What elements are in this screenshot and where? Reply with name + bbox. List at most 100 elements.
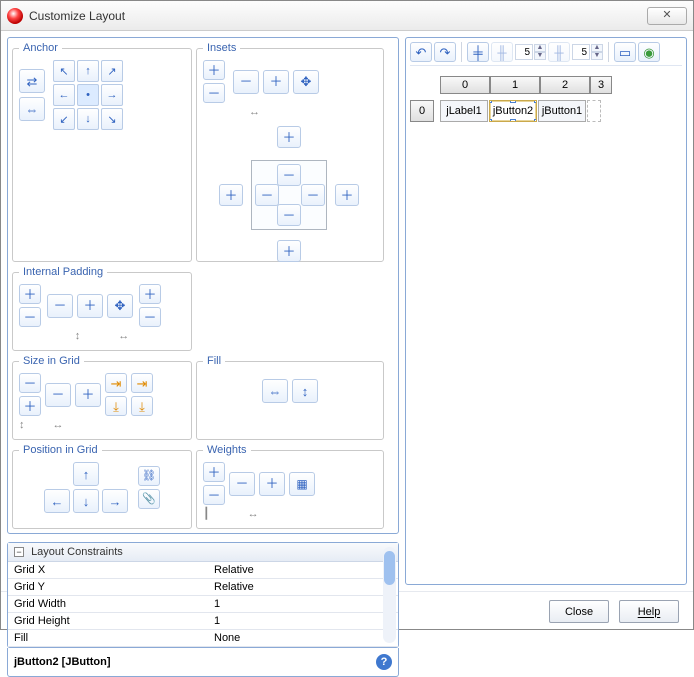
ipad-v-inc[interactable]: ＋ <box>19 284 41 304</box>
inset-right-dec[interactable]: － <box>301 184 325 206</box>
inset-right-inc[interactable]: ＋ <box>335 184 359 206</box>
spinner-up[interactable]: ▲ <box>591 44 603 52</box>
redo-button[interactable]: ↷ <box>434 42 456 62</box>
pos-left[interactable]: ← <box>44 489 70 513</box>
resize-handle[interactable] <box>489 100 492 103</box>
spinner-gap-v-input[interactable] <box>572 44 590 60</box>
resize-handle[interactable] <box>510 100 516 103</box>
anchor-w[interactable]: ← <box>53 84 75 106</box>
ipad-v-dec[interactable]: － <box>19 307 41 327</box>
col-header-1[interactable]: 1 <box>490 76 540 94</box>
weight-y-dec[interactable]: － <box>203 485 225 505</box>
inset-left-inc[interactable]: ＋ <box>219 184 243 206</box>
spinner-down[interactable]: ▼ <box>591 52 603 60</box>
spinner-gap-h[interactable]: ▲▼ <box>515 44 546 60</box>
ipad-h-dec[interactable]: － <box>47 294 73 318</box>
pos-link[interactable]: ⛓ <box>138 466 160 486</box>
pad-h-button[interactable]: ╪ <box>467 42 489 62</box>
collapse-icon[interactable]: − <box>14 547 24 557</box>
weight-y-inc[interactable]: ＋ <box>203 462 225 482</box>
size-span-down-2[interactable]: ⤓ <box>131 396 153 416</box>
undo-button[interactable]: ↶ <box>410 42 432 62</box>
help-button[interactable]: Help <box>619 600 679 623</box>
right-panel: ↶ ↷ ╪ ╫ ▲▼ ╫ ▲▼ ▭ ◉ 0 <box>405 37 687 585</box>
window-close-button[interactable]: ✕ <box>647 7 687 25</box>
col-header-3[interactable]: 3 <box>590 76 612 94</box>
close-button[interactable]: Close <box>549 600 609 623</box>
anchor-nw[interactable]: ↖ <box>53 60 75 82</box>
cell-jbutton1[interactable]: jButton1 <box>538 100 586 122</box>
customize-layout-window: Customize Layout ✕ Anchor ⇄ ⇔ <box>0 0 694 630</box>
inset-bottom-dec[interactable]: － <box>277 204 301 226</box>
constraints-scrollbar[interactable] <box>383 547 396 643</box>
fill-horizontal[interactable]: ⇔ <box>262 379 288 403</box>
cell-jbutton2[interactable]: jButton2 <box>489 100 537 122</box>
help-icon[interactable]: ? <box>376 654 392 670</box>
spinner-down[interactable]: ▼ <box>534 52 546 60</box>
prop-row-fill[interactable]: Fill None▼ <box>8 630 398 647</box>
weight-grid[interactable]: ▦ <box>289 472 315 496</box>
spinner-gap-h-input[interactable] <box>515 44 533 60</box>
insets-all-inc[interactable]: ＋ <box>203 60 225 80</box>
cell-jlabel1[interactable]: jLabel1 <box>440 100 488 122</box>
inset-bottom-inc[interactable]: ＋ <box>277 240 301 262</box>
size-col-dec[interactable]: － <box>45 383 71 407</box>
anchor-ne[interactable]: ↗ <box>101 60 123 82</box>
scrollbar-thumb[interactable] <box>384 551 395 585</box>
resize-handle[interactable] <box>510 119 516 122</box>
insets-move[interactable]: ✥ <box>293 70 319 94</box>
pos-up[interactable]: ↑ <box>73 462 99 486</box>
cell-empty[interactable] <box>587 100 601 122</box>
ipad-b-dec[interactable]: － <box>139 307 161 327</box>
ipad-move[interactable]: ✥ <box>107 294 133 318</box>
preview-button[interactable]: ◉ <box>638 42 660 62</box>
size-row-inc[interactable]: ＋ <box>19 396 41 416</box>
anchor-sw[interactable]: ↙ <box>53 108 75 130</box>
resize-handle[interactable] <box>534 119 537 122</box>
anchor-cycle-button[interactable]: ⇄ <box>19 69 45 93</box>
insets-all-dec[interactable]: － <box>203 83 225 103</box>
anchor-center[interactable]: • <box>77 84 99 106</box>
titlebar: Customize Layout ✕ <box>1 1 693 31</box>
inset-left-dec[interactable]: － <box>255 184 279 206</box>
insets-h-dec[interactable]: － <box>233 70 259 94</box>
anchor-horizontal-button[interactable]: ⇔ <box>19 97 45 121</box>
col-header-0[interactable]: 0 <box>440 76 490 94</box>
window-title: Customize Layout <box>29 9 647 23</box>
constraints-header[interactable]: − Layout Constraints <box>8 543 398 562</box>
size-span-down[interactable]: ⤓ <box>105 396 127 416</box>
weight-x-inc[interactable]: ＋ <box>259 472 285 496</box>
biarrow-icon: ⇔ <box>26 103 39 116</box>
size-col-inc[interactable]: ＋ <box>75 383 101 407</box>
spinner-up[interactable]: ▲ <box>534 44 546 52</box>
size-span-right-2[interactable]: ⇥ <box>131 373 153 393</box>
prop-row-gridwidth[interactable]: Grid Width 1▼ <box>8 596 398 613</box>
size-row-dec[interactable]: － <box>19 373 41 393</box>
test-layout-button[interactable]: ▭ <box>614 42 636 62</box>
grid-designer[interactable]: 0 1 2 3 0 jLabel1 jButton2 <box>410 70 682 122</box>
prop-row-gridy[interactable]: Grid Y Relative▼ <box>8 579 398 596</box>
ipad-h-inc[interactable]: ＋ <box>77 294 103 318</box>
anchor-n[interactable]: ↑ <box>77 60 99 82</box>
inset-top-inc[interactable]: ＋ <box>277 126 301 148</box>
row-header-0[interactable]: 0 <box>410 100 434 122</box>
anchor-se[interactable]: ↘ <box>101 108 123 130</box>
pos-attach[interactable]: 📎 <box>138 489 160 509</box>
col-header-2[interactable]: 2 <box>540 76 590 94</box>
fill-vertical[interactable]: ↕ <box>292 379 318 403</box>
pos-right[interactable]: → <box>102 489 128 513</box>
ipad-b-inc[interactable]: ＋ <box>139 284 161 304</box>
resize-handle[interactable] <box>534 100 537 103</box>
pos-down[interactable]: ↓ <box>73 489 99 513</box>
insets-h-inc[interactable]: ＋ <box>263 70 289 94</box>
anchor-s[interactable]: ↓ <box>77 108 99 130</box>
prop-row-gridx[interactable]: Grid X Relative▼ <box>8 562 398 579</box>
anchor-e[interactable]: → <box>101 84 123 106</box>
resize-handle[interactable] <box>489 119 492 122</box>
size-span-right[interactable]: ⇥ <box>105 373 127 393</box>
prop-row-gridheight[interactable]: Grid Height 1▼ <box>8 613 398 630</box>
prop-key: Fill <box>8 630 208 646</box>
inset-top-dec[interactable]: － <box>277 164 301 186</box>
spinner-gap-v[interactable]: ▲▼ <box>572 44 603 60</box>
weight-x-dec[interactable]: － <box>229 472 255 496</box>
